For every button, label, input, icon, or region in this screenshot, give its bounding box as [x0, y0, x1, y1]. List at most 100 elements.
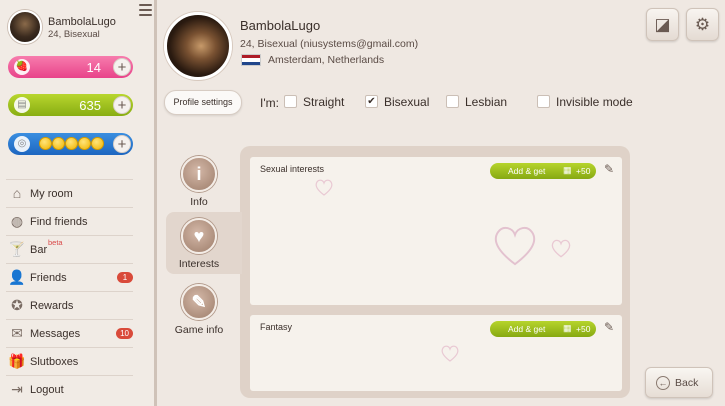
settings-button[interactable]: ⚙ — [686, 8, 719, 41]
back-button[interactable]: ← Back — [645, 367, 713, 398]
add-sexual-interests-button[interactable]: Add & get ▦ +50 — [490, 163, 596, 179]
netherlands-flag-icon — [241, 54, 261, 66]
menu-icon[interactable] — [139, 4, 152, 18]
strawberry-value: 14 — [86, 60, 101, 75]
section-title: Sexual interests — [260, 164, 325, 174]
coin-icon — [65, 137, 78, 150]
lesbian-checkbox[interactable] — [446, 95, 459, 108]
heart-icon: ♥ — [181, 218, 217, 254]
sidebar-item-label: Messages — [30, 328, 81, 340]
strawberry-icon: 🍓 — [14, 59, 30, 75]
profile-avatar[interactable] — [164, 12, 232, 80]
tab-label: Game info — [174, 324, 224, 336]
house-icon: ⌂ — [12, 185, 22, 201]
coins-value: 635 — [79, 98, 101, 113]
add-gold-button[interactable]: + — [113, 135, 131, 153]
envelope-icon: ✉ — [11, 325, 23, 341]
beta-tag: beta — [48, 238, 63, 247]
messages-badge: 10 — [116, 328, 133, 339]
bisexual-label: Bisexual — [384, 95, 430, 109]
fullscreen-button[interactable]: ◪ — [646, 8, 679, 41]
tab-interests[interactable]: ♥ Interests — [166, 212, 242, 274]
sidebar-item-messages[interactable]: ✉ Messages 10 — [6, 319, 133, 347]
add-strawberry-button[interactable]: + — [113, 58, 131, 76]
fullscreen-icon: ◪ — [654, 15, 671, 34]
sidebar-item-slutboxes[interactable]: 🎁 Slutboxes — [6, 347, 133, 375]
gold-balance: ◎ + — [8, 133, 133, 155]
heart-decoration-icon — [315, 179, 333, 196]
profile-settings-button[interactable]: Profile settings — [164, 90, 242, 115]
coins-balance: ▤ 635 + — [8, 94, 133, 116]
user-name: BambolaLugo — [48, 16, 116, 28]
invisible-mode-label: Invisible mode — [556, 95, 633, 109]
back-label: Back — [675, 377, 699, 389]
avatar[interactable] — [8, 10, 42, 44]
pencil-icon[interactable]: ✎ — [604, 162, 614, 176]
user-card[interactable]: BambolaLugo 24, Bisexual — [8, 10, 153, 46]
coin-icon — [39, 137, 52, 150]
sidebar-item-friends[interactable]: 👤 Friends 1 — [6, 263, 133, 291]
fantasy-section: Fantasy Add & get ▦ +50 ✎ — [250, 315, 622, 391]
sidebar-item-logout[interactable]: ⇥ Logout — [6, 375, 133, 403]
sidebar-item-rewards[interactable]: ✪ Rewards — [6, 291, 133, 319]
tab-label: Info — [190, 196, 208, 208]
gear-icon: ⚙ — [694, 15, 711, 34]
sidebar-item-label: Find friends — [30, 216, 88, 228]
straight-checkbox[interactable] — [284, 95, 297, 108]
profile-details: 24, Bisexual (niusystems@gmail.com) — [240, 38, 419, 50]
tab-info[interactable]: i Info — [166, 150, 242, 214]
coin-icon — [78, 137, 91, 150]
section-title: Fantasy — [260, 322, 293, 332]
reward-icon: ✪ — [11, 297, 23, 313]
tab-label: Interests — [178, 258, 220, 270]
gold-coins — [39, 137, 104, 153]
reward-value: +50 — [576, 166, 591, 176]
user-details: 24, Bisexual — [48, 29, 100, 40]
info-icon: i — [181, 156, 217, 192]
strawberry-balance: 🍓 14 + — [8, 56, 133, 78]
sidebar-item-bar[interactable]: 🍸 Bar beta — [6, 235, 133, 263]
invisible-mode-checkbox[interactable] — [537, 95, 550, 108]
coin-icon — [91, 137, 104, 150]
heart-decoration-icon — [441, 345, 459, 362]
tab-game-info[interactable]: ✎ Game info — [166, 278, 242, 342]
camera-icon: ◎ — [14, 136, 30, 152]
sidebar-item-label: Rewards — [30, 300, 74, 312]
coins-icon: ▦ — [563, 165, 572, 175]
heart-decoration-icon — [494, 226, 536, 266]
sidebar-item-label: Bar — [30, 244, 48, 256]
person-icon: 👤 — [8, 269, 26, 285]
sidebar-item-label: Slutboxes — [30, 356, 79, 368]
add-fantasy-button[interactable]: Add & get ▦ +50 — [490, 321, 596, 337]
profile-name: BambolaLugo — [240, 18, 321, 33]
reward-value: +50 — [576, 324, 591, 334]
globe-icon: ◍ — [10, 213, 24, 229]
sidebar-item-label: My room — [30, 188, 73, 200]
controller-icon: ✎ — [181, 284, 217, 320]
heart-decoration-icon — [551, 239, 571, 258]
im-label: I'm: — [260, 96, 279, 110]
add-label: Add & get — [508, 324, 546, 334]
friends-badge: 1 — [117, 272, 133, 283]
cocktail-icon: 🍸 — [8, 241, 26, 257]
sidebar-item-my-room[interactable]: ⌂ My room — [6, 179, 133, 207]
straight-label: Straight — [303, 95, 345, 109]
pencil-icon[interactable]: ✎ — [604, 320, 614, 334]
arrow-left-icon: ← — [656, 376, 670, 390]
bisexual-checkbox[interactable]: ✔ — [365, 95, 378, 108]
add-label: Add & get — [508, 166, 546, 176]
gift-icon: 🎁 — [8, 353, 26, 369]
add-coins-button[interactable]: + — [113, 96, 131, 114]
sidebar-nav: ⌂ My room ◍ Find friends 🍸 Bar beta 👤 Fr… — [0, 179, 133, 403]
logout-icon: ⇥ — [11, 381, 23, 397]
lesbian-label: Lesbian — [465, 95, 508, 109]
sidebar-item-label: Logout — [30, 384, 64, 396]
coins-icon: ▦ — [563, 323, 572, 333]
coin-icon — [52, 137, 65, 150]
sidebar-item-find-friends[interactable]: ◍ Find friends — [6, 207, 133, 235]
sidebar-item-label: Friends — [30, 272, 67, 284]
coins-icon: ▤ — [14, 97, 30, 113]
sidebar: BambolaLugo 24, Bisexual 🍓 14 + ▤ 635 + … — [0, 0, 157, 406]
profile-location: Amsterdam, Netherlands — [268, 54, 385, 66]
sexual-interests-section: Sexual interests Add & get ▦ +50 ✎ — [250, 157, 622, 305]
